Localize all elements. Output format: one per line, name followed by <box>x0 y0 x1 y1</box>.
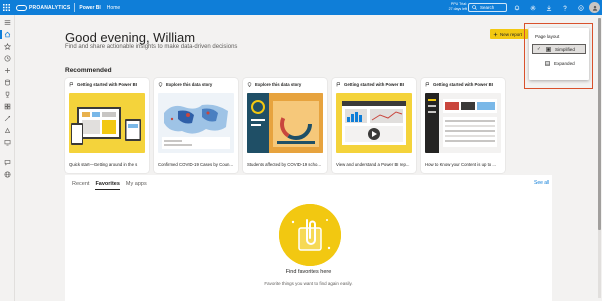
divider <box>74 3 76 12</box>
card-header: Explore this data story <box>243 78 327 90</box>
new-report-label: New report <box>500 31 523 37</box>
greeting-subtitle: Find and share actionable insights to ma… <box>65 44 238 50</box>
recommended-cards: Getting started with Power BI Quick star… <box>65 78 505 173</box>
layout-option-simplified[interactable]: ✓ Simplified <box>532 44 586 54</box>
trophy-icon[interactable] <box>3 90 12 99</box>
new-report-button[interactable]: New report <box>490 29 528 39</box>
home-icon[interactable] <box>0 30 12 39</box>
card-header: Getting started with Power BI <box>65 78 149 90</box>
card-caption: How to Know your Content is up to ... <box>425 162 496 167</box>
brand-mark-icon <box>16 4 27 11</box>
brand-name: PROANALYTICS <box>29 4 71 11</box>
plus-icon <box>493 32 498 36</box>
breadcrumb[interactable]: Home <box>107 5 120 11</box>
chat-icon[interactable] <box>3 158 12 167</box>
empty-state-title: Find favorites here <box>285 269 332 275</box>
tab-recent[interactable]: Recent <box>72 181 89 190</box>
card-header: Getting started with Power BI <box>332 78 416 90</box>
checkmark-icon: ✓ <box>537 46 541 51</box>
search-placeholder: Search <box>480 5 495 10</box>
monitor-icon[interactable] <box>3 138 12 147</box>
card-header: Getting started with Power BI <box>421 78 505 90</box>
card-header: Explore this data story <box>154 78 238 90</box>
star-icon[interactable] <box>3 42 12 51</box>
card-header-text: Getting started with Power BI <box>77 81 137 87</box>
person-icon <box>592 5 597 11</box>
bell-icon[interactable] <box>512 2 521 13</box>
app-name[interactable]: Power BI <box>79 5 100 11</box>
user-avatar[interactable] <box>589 2 600 13</box>
card-caption: Confirmed COVID-19 Cases by Coun... <box>158 162 233 167</box>
content-tabs: Recent Favorites My apps <box>72 181 147 190</box>
expanded-layout-icon <box>545 60 550 66</box>
deployment-icon[interactable] <box>3 126 12 135</box>
simplified-layout-icon <box>546 46 551 52</box>
content-panel: Recent Favorites My apps See all Find fa… <box>65 175 552 301</box>
card-thumbnail <box>158 93 234 153</box>
recommended-heading: Recommended <box>65 67 112 74</box>
workspace-icon[interactable] <box>3 114 12 123</box>
card-header-text: Getting started with Power BI <box>344 81 404 87</box>
clock-icon[interactable] <box>3 54 12 63</box>
page-layout-title: Page layout <box>535 34 560 39</box>
brand-logo[interactable]: PROANALYTICS <box>16 4 71 11</box>
search-icon <box>472 5 477 10</box>
card-header-text: Explore this data story <box>255 81 302 87</box>
top-bar: PROANALYTICS Power BI Home PPU Trial: 27… <box>0 0 602 15</box>
card-thumbnail <box>336 93 412 153</box>
card-thumbnail <box>69 93 145 153</box>
scrollbar-thumb[interactable] <box>598 18 601 230</box>
page-layout-menu: Page layout ✓ Simplified Expanded <box>529 28 589 80</box>
gear-icon[interactable] <box>528 2 537 13</box>
tab-favorites[interactable]: Favorites <box>95 181 120 190</box>
globe-icon[interactable] <box>3 170 12 179</box>
recommended-card[interactable]: Getting started with Power BI <box>332 78 416 173</box>
card-caption: Quick start—Getting around in the s <box>69 162 138 167</box>
main-content: Good evening, William Find and share act… <box>15 15 602 301</box>
recommended-card[interactable]: Explore this data story Confirmed COVID-… <box>154 78 238 173</box>
feedback-icon[interactable] <box>576 2 585 13</box>
left-nav-rail <box>0 15 15 301</box>
favorites-illustration <box>279 204 341 266</box>
card-thumbnail <box>247 93 323 153</box>
layout-option-label: Expanded <box>554 60 575 66</box>
bulb-icon <box>158 81 163 87</box>
trial-days-left: 27 days left <box>448 6 467 11</box>
card-caption: Students affected by COVID-19 scho... <box>247 162 321 167</box>
layout-option-label: Simplified <box>555 46 575 52</box>
card-header-text: Getting started with Power BI <box>433 81 493 87</box>
recommended-card[interactable]: Explore this data story Students affecte… <box>243 78 327 173</box>
flag-icon <box>336 82 341 86</box>
recommended-card[interactable]: Getting started with Power BI <box>421 78 505 173</box>
layout-option-expanded[interactable]: Expanded <box>532 58 586 68</box>
help-icon[interactable] <box>560 2 569 13</box>
search-box[interactable]: Search <box>468 3 507 12</box>
flag-icon <box>69 82 74 86</box>
flag-icon <box>425 82 430 86</box>
trial-status[interactable]: PPU Trial: 27 days left <box>441 2 467 11</box>
app-launcher-icon[interactable] <box>0 0 12 15</box>
plus-icon[interactable] <box>3 66 12 75</box>
greeting-heading: Good evening, William <box>65 30 196 45</box>
see-all-link[interactable]: See all <box>534 180 549 186</box>
cylinder-icon[interactable] <box>3 78 12 87</box>
card-header-text: Explore this data story <box>166 81 213 87</box>
download-icon[interactable] <box>544 2 553 13</box>
tab-my-apps[interactable]: My apps <box>126 181 147 190</box>
hamburger-icon[interactable] <box>3 18 12 27</box>
card-thumbnail <box>425 93 501 153</box>
empty-state-subtitle: Favorite things you want to find again e… <box>264 281 353 286</box>
card-caption: View and understand a Power BI rep... <box>336 162 410 167</box>
recommended-card[interactable]: Getting started with Power BI <box>65 78 149 173</box>
bulb-icon <box>247 81 252 87</box>
apps-icon[interactable] <box>3 102 12 111</box>
